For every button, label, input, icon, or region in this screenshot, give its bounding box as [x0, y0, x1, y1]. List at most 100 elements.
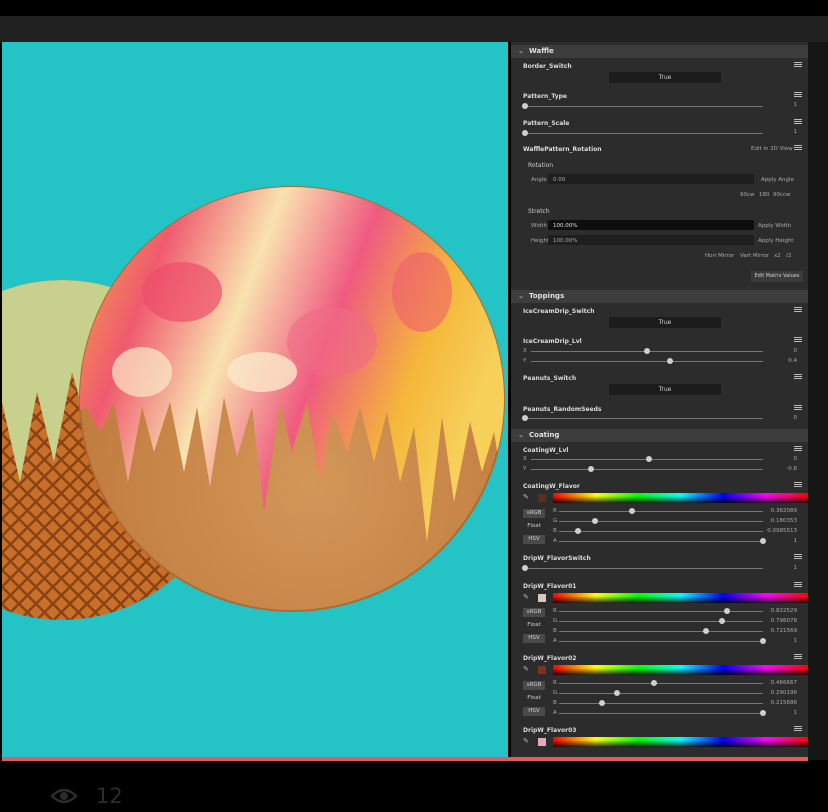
pattern-type-slider-handle[interactable]: [522, 103, 528, 109]
b-channel-slider-handle[interactable]: [575, 528, 581, 534]
r-channel-slider-track[interactable]: [559, 683, 763, 684]
dripw-flavor02-color-spectrum[interactable]: [553, 665, 808, 675]
a-channel-slider-handle[interactable]: [760, 710, 766, 716]
edit-matrix-values-button[interactable]: Edit Matrix Values: [751, 271, 803, 282]
menu-icon[interactable]: [794, 446, 802, 452]
b-channel-slider-track[interactable]: [559, 531, 763, 532]
hsv-mode-button[interactable]: HSV: [523, 707, 545, 716]
g-channel-slider-handle[interactable]: [719, 618, 725, 624]
menu-icon[interactable]: [794, 92, 802, 98]
pattern-scale-slider-track[interactable]: [525, 133, 763, 134]
coatingw-x-slider-handle[interactable]: [646, 456, 652, 462]
angle-input[interactable]: [548, 174, 754, 184]
coatingw-y-slider-handle[interactable]: [588, 466, 594, 472]
menu-icon[interactable]: [794, 405, 802, 411]
eyedropper-icon[interactable]: ✎: [523, 493, 529, 501]
float-mode-button[interactable]: Float: [523, 522, 545, 531]
eyedropper-icon[interactable]: ✎: [523, 737, 529, 745]
srgb-mode-button[interactable]: sRGB: [523, 681, 545, 690]
g-channel-slider-track[interactable]: [559, 621, 763, 622]
menu-icon[interactable]: [794, 482, 802, 488]
r-channel-slider-handle[interactable]: [651, 680, 657, 686]
icecream-x-slider-handle[interactable]: [644, 348, 650, 354]
dripw-flavor01-color-spectrum[interactable]: [553, 593, 808, 603]
coatingw-color-spectrum[interactable]: [553, 493, 808, 503]
width-input[interactable]: [548, 220, 754, 230]
a-channel-slider-track[interactable]: [559, 641, 763, 642]
3d-viewport[interactable]: [2, 42, 508, 760]
rotate-90cw-button[interactable]: 90cw: [740, 192, 755, 198]
apply-width-button[interactable]: Apply Width: [758, 223, 791, 229]
menu-icon[interactable]: [794, 307, 802, 313]
menu-icon[interactable]: [794, 119, 802, 125]
apply-angle-button[interactable]: Apply Angle: [761, 177, 794, 183]
r-channel-slider-track[interactable]: [559, 611, 763, 612]
menu-icon[interactable]: [794, 337, 802, 343]
height-input[interactable]: [548, 235, 754, 245]
menu-icon[interactable]: [794, 726, 802, 732]
b-channel-slider-handle[interactable]: [599, 700, 605, 706]
srgb-mode-button[interactable]: sRGB: [523, 608, 545, 617]
pattern-type-slider-track[interactable]: [525, 106, 763, 107]
eyedropper-icon[interactable]: ✎: [523, 665, 529, 673]
r-channel-slider-handle[interactable]: [629, 508, 635, 514]
srgb-mode-button[interactable]: sRGB: [523, 509, 545, 518]
a-channel-slider-handle[interactable]: [760, 638, 766, 644]
eyedropper-icon[interactable]: ✎: [523, 593, 529, 601]
g-channel-slider-track[interactable]: [559, 693, 763, 694]
dripw-flavor02-color-swatch[interactable]: [538, 666, 546, 674]
menu-icon[interactable]: [794, 654, 802, 660]
menu-icon[interactable]: [794, 62, 802, 68]
r-channel-slider-handle[interactable]: [724, 608, 730, 614]
rotate-180-button[interactable]: 180: [759, 192, 770, 198]
section-waffle[interactable]: ⌄ Waffle: [511, 45, 808, 58]
menu-icon[interactable]: [794, 145, 802, 151]
rotate-90ccw-button[interactable]: 90ccw: [773, 192, 791, 198]
section-toppings[interactable]: ⌄ Toppings: [511, 290, 808, 303]
float-mode-button[interactable]: Float: [523, 621, 545, 630]
menu-icon[interactable]: [794, 554, 802, 560]
menu-icon[interactable]: [794, 582, 802, 588]
edit-2d-view-link[interactable]: Edit in 2D View: [751, 146, 793, 152]
coatingw-color-swatch[interactable]: [538, 494, 546, 502]
scale-half-button[interactable]: /2: [786, 253, 791, 259]
border-switch-toggle[interactable]: True: [609, 72, 721, 83]
hsv-mode-button[interactable]: HSV: [523, 535, 545, 544]
panel-scrollbar-gutter[interactable]: [808, 42, 828, 760]
hori-mirror-button[interactable]: Hori Mirror: [705, 253, 734, 259]
b-channel-slider-track[interactable]: [559, 631, 763, 632]
dripw-switch-slider-track[interactable]: [525, 568, 763, 569]
peanuts-seeds-slider-track[interactable]: [525, 418, 763, 419]
r-channel-value: 0.362089: [770, 508, 797, 514]
peanuts-seeds-slider-handle[interactable]: [522, 415, 528, 421]
coatingw-y-slider-track[interactable]: [531, 469, 763, 470]
dripw-flavor03-color-spectrum[interactable]: [553, 737, 808, 747]
apply-height-button[interactable]: Apply Height: [758, 238, 793, 244]
dripw-switch-slider-handle[interactable]: [522, 565, 528, 571]
peanuts-switch-toggle[interactable]: True: [609, 384, 721, 395]
a-channel-slider-track[interactable]: [559, 541, 763, 542]
r-channel-slider-track[interactable]: [559, 511, 763, 512]
section-coating[interactable]: ⌄ Coating: [511, 429, 808, 442]
dripw-flavor03-color-swatch[interactable]: [538, 738, 546, 746]
a-channel-slider-track[interactable]: [559, 713, 763, 714]
icecream-y-slider-handle[interactable]: [667, 358, 673, 364]
g-channel-slider-track[interactable]: [559, 521, 763, 522]
hsv-mode-button[interactable]: HSV: [523, 634, 545, 643]
menu-icon[interactable]: [794, 374, 802, 380]
b-channel-slider-handle[interactable]: [703, 628, 709, 634]
dripw-flavor-switch-label: DripW_FlavorSwitch: [523, 555, 591, 562]
b-channel-slider-track[interactable]: [559, 703, 763, 704]
pattern-scale-slider-handle[interactable]: [522, 130, 528, 136]
a-channel-slider-handle[interactable]: [760, 538, 766, 544]
dripw-flavor01-color-swatch[interactable]: [538, 594, 546, 602]
vert-mirror-button[interactable]: Vert Mirror: [740, 253, 769, 259]
float-mode-button[interactable]: Float: [523, 694, 545, 703]
angle-value: 0.00: [553, 177, 566, 183]
x-axis-label: X: [523, 456, 527, 462]
g-channel-slider-handle[interactable]: [592, 518, 598, 524]
scale-x2-button[interactable]: x2: [774, 253, 781, 259]
g-channel-slider-handle[interactable]: [614, 690, 620, 696]
icecream-drip-switch-toggle[interactable]: True: [609, 317, 721, 328]
icecream-y-slider-track[interactable]: [531, 361, 763, 362]
